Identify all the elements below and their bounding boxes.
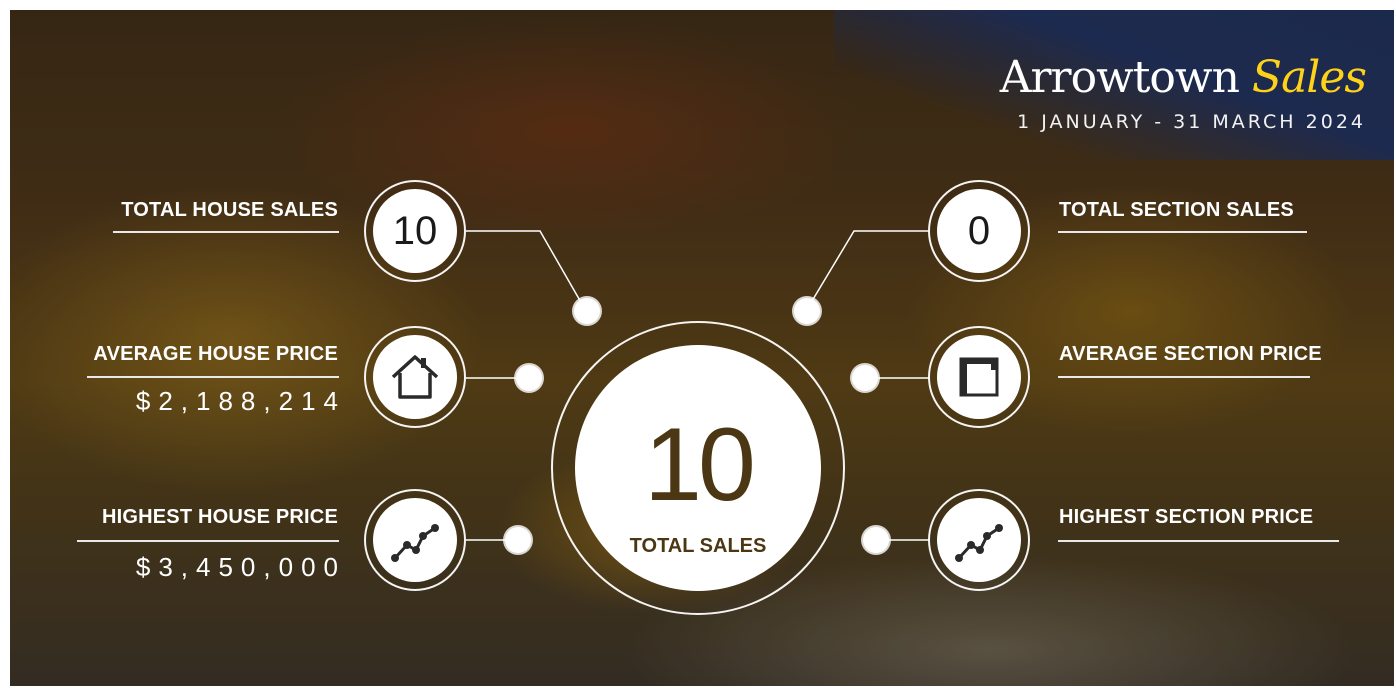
highest-house-price-label: HIGHEST HOUSE PRICE	[101, 506, 338, 528]
page-title: Arrowtown Sales	[999, 52, 1367, 103]
total-section-sales-disc: 0	[937, 189, 1021, 273]
title-accent-text: Sales	[1251, 52, 1367, 103]
trend-line-icon	[955, 524, 1003, 562]
average-house-price-underline	[87, 376, 339, 378]
total-house-sales-label: TOTAL HOUSE SALES	[121, 199, 338, 221]
highest-section-price-underline	[1058, 540, 1339, 542]
total-house-sales-disc: 10	[373, 189, 457, 273]
average-house-price-disc	[373, 335, 457, 419]
average-section-price-underline	[1058, 376, 1310, 378]
connector-section-sales	[805, 230, 930, 312]
average-house-price-dot	[516, 365, 542, 391]
highest-section-price-disc	[937, 498, 1021, 582]
highest-house-price-dot	[505, 527, 531, 553]
total-house-sales-underline	[113, 231, 339, 233]
title-main-text: Arrowtown	[999, 52, 1240, 103]
average-house-price-value: $2,188,214	[135, 386, 346, 416]
total-section-sales-value: 0	[967, 208, 991, 253]
page-header: Arrowtown Sales 1 JANUARY - 31 MARCH 202…	[999, 52, 1367, 133]
date-range: 1 JANUARY - 31 MARCH 2024	[1017, 111, 1366, 133]
average-section-price-dot	[852, 365, 878, 391]
section-plan-icon	[959, 357, 999, 397]
total-section-sales-underline	[1058, 231, 1307, 233]
highest-house-price-underline	[77, 540, 339, 542]
average-section-price-label: AVERAGE SECTION PRICE	[1059, 343, 1322, 365]
total-section-sales-dot	[794, 298, 820, 324]
total-house-sales-value: 10	[392, 208, 438, 253]
highest-section-price-dot	[863, 527, 889, 553]
total-sales-disc: 10 TOTAL SALES	[575, 345, 821, 591]
connector-house-sales	[466, 230, 587, 312]
house-icon	[391, 355, 439, 399]
highest-house-price-value: $3,450,000	[135, 552, 346, 582]
total-sales-label: TOTAL SALES	[629, 535, 767, 557]
total-house-sales-dot	[574, 298, 600, 324]
average-section-price-disc	[937, 335, 1021, 419]
total-section-sales-label: TOTAL SECTION SALES	[1059, 199, 1294, 221]
trend-line-icon	[391, 524, 439, 562]
total-sales-value: 10	[644, 407, 756, 523]
average-house-price-label: AVERAGE HOUSE PRICE	[93, 343, 338, 365]
highest-house-price-disc	[373, 498, 457, 582]
highest-section-price-label: HIGHEST SECTION PRICE	[1059, 506, 1314, 528]
